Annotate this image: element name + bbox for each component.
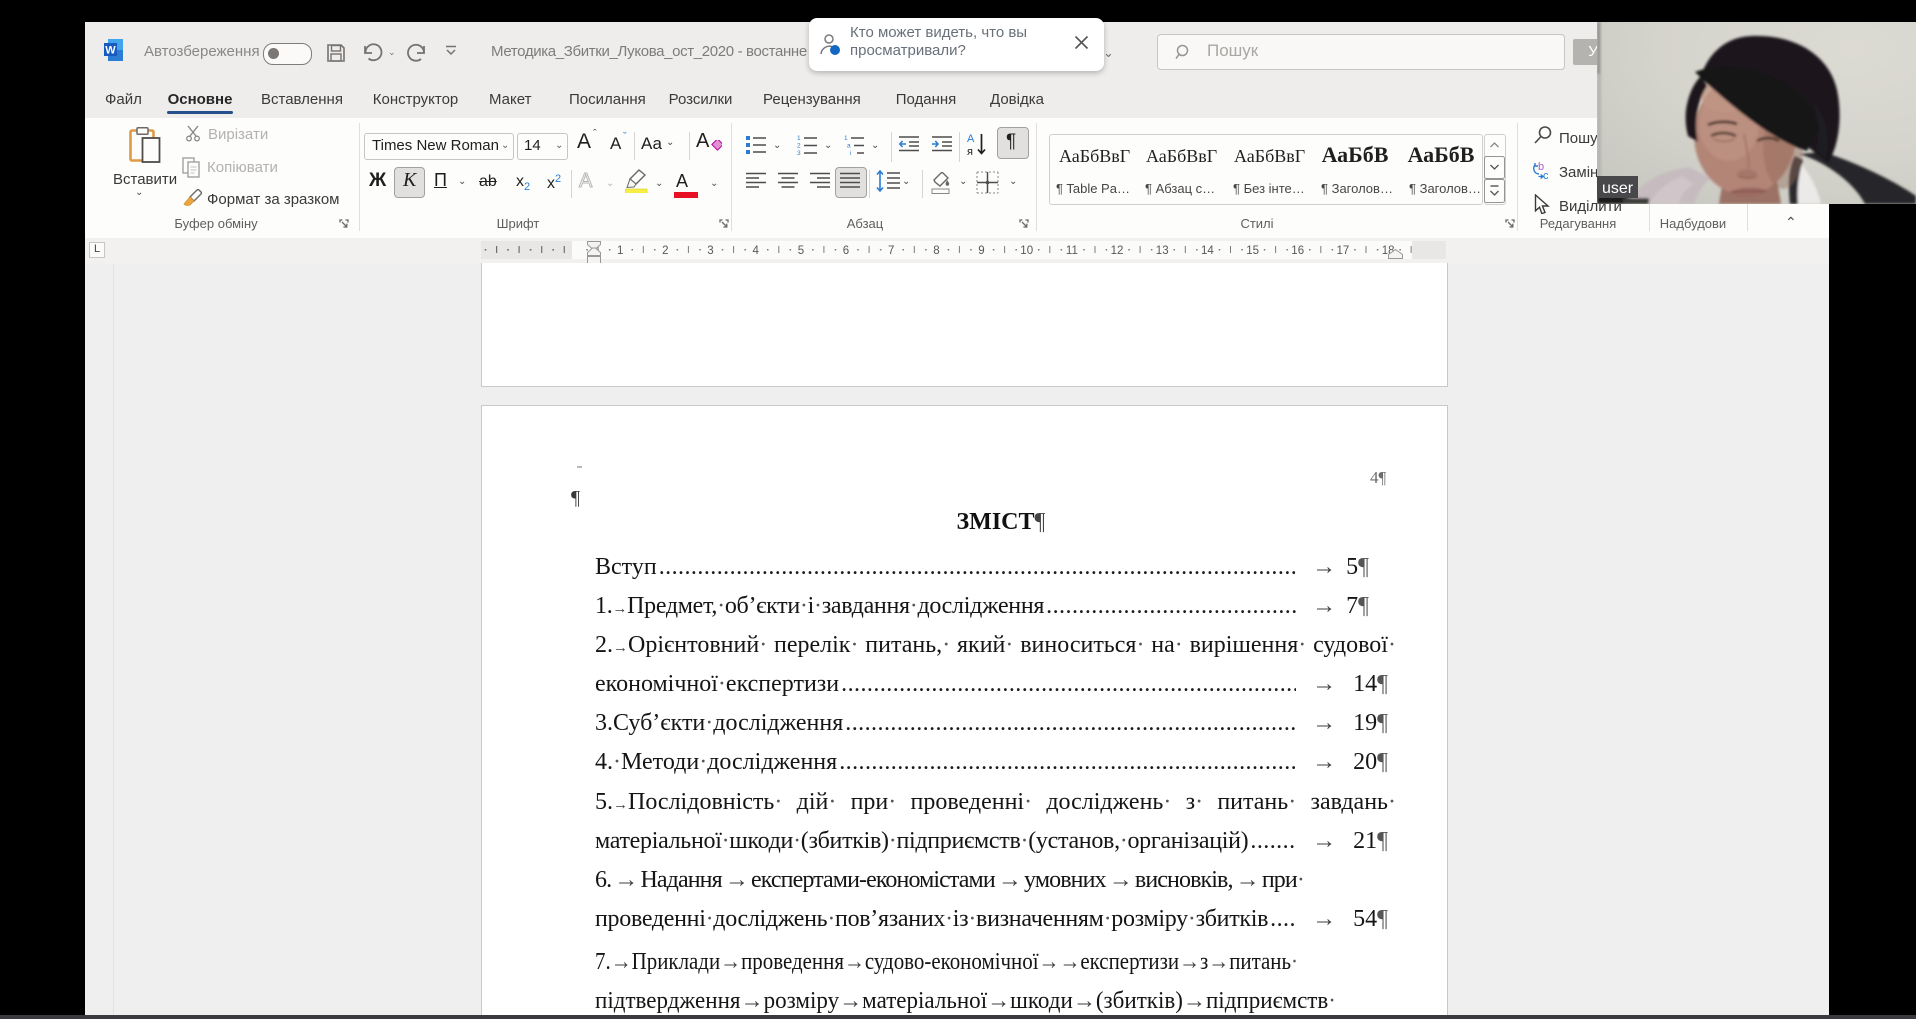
svg-text:a: a: [847, 143, 851, 150]
svg-text:16: 16: [1291, 245, 1304, 257]
svg-text:1: 1: [797, 135, 801, 142]
svg-text:6: 6: [843, 245, 849, 257]
svg-text:12: 12: [1111, 245, 1124, 257]
svg-text:3: 3: [707, 245, 713, 257]
svg-text:13: 13: [1156, 245, 1169, 257]
svg-text:8: 8: [933, 245, 939, 257]
svg-text:3: 3: [797, 150, 801, 155]
svg-text:user: user: [1602, 180, 1634, 197]
svg-text:14: 14: [1201, 245, 1214, 257]
svg-text:i: i: [850, 150, 851, 155]
svg-text:W: W: [105, 45, 116, 57]
svg-text:10: 10: [1020, 245, 1033, 257]
svg-text:c: c: [1543, 170, 1549, 181]
svg-text:2: 2: [662, 245, 668, 257]
svg-text:15: 15: [1246, 245, 1259, 257]
svg-text:1: 1: [617, 245, 623, 257]
svg-text:2: 2: [797, 143, 801, 150]
svg-text:7: 7: [888, 245, 894, 257]
svg-text:А: А: [967, 133, 975, 145]
svg-text:я: я: [967, 146, 973, 157]
svg-text:1: 1: [844, 135, 848, 142]
svg-text:17: 17: [1337, 245, 1350, 257]
svg-text:5: 5: [798, 245, 804, 257]
svg-text:11: 11: [1066, 245, 1078, 257]
svg-text:4: 4: [752, 245, 759, 257]
svg-text:9: 9: [978, 245, 984, 257]
